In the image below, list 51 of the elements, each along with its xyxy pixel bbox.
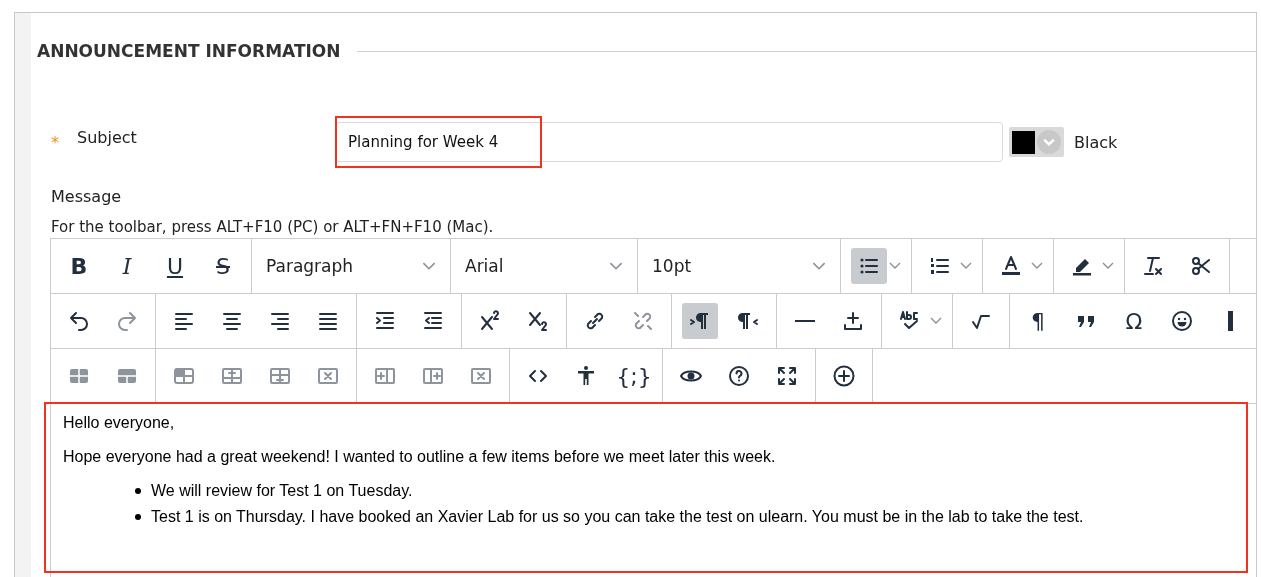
message-paragraph: Hope everyone had a great weekend! I wanted to outline a few items before we meet later this week. [63, 448, 777, 466]
subscript-icon [526, 309, 550, 333]
caret-icon[interactable] [930, 317, 942, 325]
bullet-icon [135, 488, 141, 494]
italic-button[interactable]: I [109, 248, 145, 284]
required-mark: * [51, 132, 60, 152]
caret-icon[interactable] [1102, 262, 1114, 270]
color-name: Black [1074, 132, 1118, 152]
bold-button[interactable]: B [61, 248, 97, 284]
insert-icon [841, 309, 865, 333]
toolbar-button[interactable]: ¶ [1020, 303, 1056, 339]
strikethrough-button[interactable]: S [205, 248, 241, 284]
caret-icon [609, 261, 623, 271]
caret-icon[interactable] [889, 262, 901, 270]
add-icon [832, 364, 856, 388]
emoji-icon [1170, 309, 1194, 333]
clear-format-icon [1141, 254, 1165, 278]
left-to-right-button[interactable] [682, 303, 718, 339]
toolbar-hint: For the toolbar, press ALT+F10 (PC) or ALT+FN+F10 (Mac). [51, 218, 495, 236]
redo-icon [115, 309, 139, 333]
bullet-list-button[interactable] [851, 248, 887, 284]
caret-icon[interactable] [960, 262, 972, 270]
subject-field[interactable]: Planning for Week 4 [335, 122, 1003, 162]
bullet-icon [135, 514, 141, 520]
toolbar-select[interactable]: 10pt [648, 248, 830, 284]
vertical-bar-icon [1227, 311, 1233, 331]
toolbar-button[interactable]: Ω [1116, 303, 1152, 339]
fullscreen-icon [775, 364, 799, 388]
undo-icon [67, 309, 91, 333]
subject-label: Subject [77, 127, 138, 147]
caret-icon [812, 261, 826, 271]
horizontal-line-icon [795, 320, 815, 322]
section-title: ANNOUNCEMENT INFORMATION [37, 41, 341, 61]
color-picker[interactable] [1009, 127, 1064, 157]
superscript-icon [478, 309, 502, 333]
message-label: Message [51, 187, 123, 206]
bullet-text: We will review for Test 1 on Tuesday. [151, 482, 413, 500]
caret-icon [422, 261, 436, 271]
caret-icon[interactable] [1031, 262, 1043, 270]
scissors-icon [1189, 254, 1213, 278]
toolbar-select[interactable]: Paragraph [262, 248, 440, 284]
underline-button[interactable]: U [157, 248, 193, 284]
toolbar-button[interactable]: {;} [616, 358, 652, 394]
help-icon [727, 364, 751, 388]
message-paragraph: Hello everyone, [63, 414, 176, 432]
font-color-icon [999, 254, 1023, 278]
unlink-icon [631, 309, 655, 333]
caret-icon [1037, 130, 1061, 154]
toolbar-select[interactable]: Arial [461, 248, 627, 284]
bullet-text: Test 1 is on Thursday. I have booked an Xavier Lab for us so you can take the test on ulearn. You must be in the lab to take the test. [151, 508, 1084, 526]
bullet-list-split-button[interactable] [851, 248, 901, 284]
